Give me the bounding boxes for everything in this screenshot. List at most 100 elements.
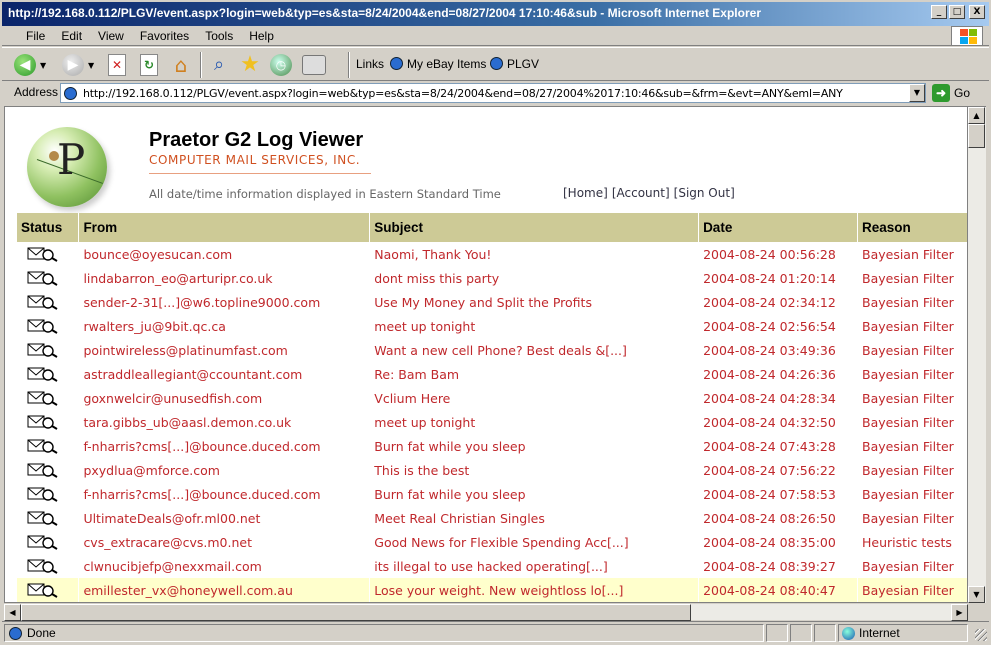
from-cell[interactable]: pxydlua@mforce.com xyxy=(78,458,371,482)
from-cell[interactable]: lindabarron_eo@arturipr.co.uk xyxy=(78,266,371,290)
subject-cell[interactable]: dont miss this party xyxy=(369,266,700,290)
table-row[interactable]: clwnucibjefp@nexxmail.com its illegal to … xyxy=(17,554,967,578)
status-cell[interactable] xyxy=(17,434,80,458)
status-cell[interactable] xyxy=(17,482,80,506)
table-row[interactable]: UltimateDeals@ofr.ml00.net Meet Real Chri… xyxy=(17,506,967,530)
from-cell[interactable]: bounce@oyesucan.com xyxy=(78,242,371,266)
envelope-magnifier-icon[interactable] xyxy=(27,390,59,407)
envelope-magnifier-icon[interactable] xyxy=(27,246,59,263)
table-row[interactable]: rwalters_ju@9bit.qc.ca meet up tonight 200… xyxy=(17,314,967,338)
window-title-bar[interactable]: http://192.168.0.112/PLGV/event.aspx?log… xyxy=(0,0,991,26)
history-button[interactable]: ◷ xyxy=(270,52,292,78)
status-cell[interactable] xyxy=(17,362,80,386)
scroll-up-icon[interactable]: ▲ xyxy=(968,107,985,124)
envelope-magnifier-icon[interactable] xyxy=(27,366,59,383)
subject-cell[interactable]: Lose your weight. New weightloss lo[...] xyxy=(369,578,700,602)
envelope-magnifier-icon[interactable] xyxy=(27,342,59,359)
subject-cell[interactable]: This is the best xyxy=(369,458,700,482)
scroll-down-icon[interactable]: ▼ xyxy=(968,586,985,603)
vertical-scrollbar[interactable]: ▲ ▼ xyxy=(968,106,986,603)
address-url[interactable]: http://192.168.0.112/PLGV/event.aspx?log… xyxy=(83,87,843,100)
menu-help[interactable]: Help xyxy=(241,28,282,44)
go-button[interactable]: ➜ Go xyxy=(932,83,982,103)
status-cell[interactable] xyxy=(17,290,80,314)
vertical-scroll-thumb[interactable] xyxy=(968,124,985,148)
status-cell[interactable] xyxy=(17,338,80,362)
envelope-magnifier-icon[interactable] xyxy=(27,414,59,431)
refresh-button[interactable]: ↻ xyxy=(140,52,158,78)
table-row[interactable]: astraddleallegiant@ccountant.com Re: Bam … xyxy=(17,362,967,386)
address-dropdown-icon[interactable]: ▼ xyxy=(909,84,925,102)
subject-cell[interactable]: its illegal to use hacked operating[...] xyxy=(369,554,700,578)
home-button[interactable]: ⌂ xyxy=(170,52,192,78)
envelope-magnifier-icon[interactable] xyxy=(27,486,59,503)
from-cell[interactable]: rwalters_ju@9bit.qc.ca xyxy=(78,314,371,338)
maximize-button[interactable]: □ xyxy=(949,5,965,19)
table-row[interactable]: cvs_extracare@cvs.m0.net Good News for Fl… xyxy=(17,530,967,554)
resize-grip-icon[interactable] xyxy=(975,629,987,641)
back-dropdown-icon[interactable]: ▼ xyxy=(40,61,46,70)
menu-view[interactable]: View xyxy=(90,28,132,44)
envelope-magnifier-icon[interactable] xyxy=(27,558,59,575)
status-cell[interactable] xyxy=(17,506,80,530)
table-row[interactable]: pxydlua@mforce.com This is the best 2004-0… xyxy=(17,458,967,482)
table-row[interactable]: tara.gibbs_ub@aasl.demon.co.uk meet up to… xyxy=(17,410,967,434)
from-cell[interactable]: sender-2-31[...]@w6.topline9000.com xyxy=(78,290,371,314)
table-row[interactable]: f-nharris?cms[...]@bounce.duced.com Burn … xyxy=(17,482,967,506)
menu-favorites[interactable]: Favorites xyxy=(132,28,197,44)
col-reason[interactable]: Reason xyxy=(857,213,967,242)
status-cell[interactable] xyxy=(17,266,80,290)
link-my-ebay-items[interactable]: My eBay Items xyxy=(390,57,486,71)
col-subject[interactable]: Subject xyxy=(369,213,700,242)
subject-cell[interactable]: Vclium Here xyxy=(369,386,700,410)
status-cell[interactable] xyxy=(17,386,80,410)
menu-file[interactable]: File xyxy=(18,28,53,44)
envelope-magnifier-icon[interactable] xyxy=(27,438,59,455)
subject-cell[interactable]: Use My Money and Split the Profits xyxy=(369,290,700,314)
nav-home-link[interactable]: [Home] xyxy=(563,186,608,200)
subject-cell[interactable]: Burn fat while you sleep xyxy=(369,434,700,458)
envelope-magnifier-icon[interactable] xyxy=(27,270,59,287)
subject-cell[interactable]: Burn fat while you sleep xyxy=(369,482,700,506)
from-cell[interactable]: UltimateDeals@ofr.ml00.net xyxy=(78,506,371,530)
subject-cell[interactable]: Good News for Flexible Spending Acc[...] xyxy=(369,530,700,554)
subject-cell[interactable]: Meet Real Christian Singles xyxy=(369,506,700,530)
table-row[interactable]: pointwireless@platinumfast.com Want a new… xyxy=(17,338,967,362)
status-cell[interactable] xyxy=(17,242,80,266)
table-row[interactable]: sender-2-31[...]@w6.topline9000.com Use M… xyxy=(17,290,967,314)
table-row[interactable]: bounce@oyesucan.com Naomi, Thank You! 2004… xyxy=(17,242,967,266)
status-cell[interactable] xyxy=(17,530,80,554)
subject-cell[interactable]: Want a new cell Phone? Best deals &[...] xyxy=(369,338,700,362)
envelope-magnifier-icon[interactable] xyxy=(27,318,59,335)
col-date[interactable]: Date xyxy=(698,213,858,242)
table-row[interactable]: emillester_vx@honeywell.com.au Lose your … xyxy=(17,578,967,602)
search-button[interactable]: ⌕ xyxy=(208,52,230,78)
from-cell[interactable]: astraddleallegiant@ccountant.com xyxy=(78,362,371,386)
table-row[interactable]: f-nharris?cms[...]@bounce.duced.com Burn … xyxy=(17,434,967,458)
nav-account-link[interactable]: [Account] xyxy=(612,186,670,200)
table-row[interactable]: lindabarron_eo@arturipr.co.uk dont miss t… xyxy=(17,266,967,290)
status-cell[interactable] xyxy=(17,314,80,338)
from-cell[interactable]: cvs_extracare@cvs.m0.net xyxy=(78,530,371,554)
menu-edit[interactable]: Edit xyxy=(53,28,90,44)
favorites-button[interactable]: ★ xyxy=(238,52,262,78)
status-cell[interactable] xyxy=(17,554,80,578)
horizontal-scrollbar[interactable]: ◀ ▶ xyxy=(4,603,968,621)
subject-cell[interactable]: Re: Bam Bam xyxy=(369,362,700,386)
subject-cell[interactable]: meet up tonight xyxy=(369,314,700,338)
forward-button[interactable]: ▶ ▼ xyxy=(62,52,94,78)
status-cell[interactable] xyxy=(17,410,80,434)
status-cell[interactable] xyxy=(17,458,80,482)
close-button[interactable]: X xyxy=(969,5,985,19)
nav-signout-link[interactable]: [Sign Out] xyxy=(674,186,735,200)
subject-cell[interactable]: Naomi, Thank You! xyxy=(369,242,700,266)
status-cell[interactable] xyxy=(17,578,80,602)
envelope-magnifier-icon[interactable] xyxy=(27,510,59,527)
minimize-button[interactable]: _ xyxy=(931,5,947,19)
back-button[interactable]: ◀ ▼ xyxy=(14,52,46,78)
from-cell[interactable]: pointwireless@platinumfast.com xyxy=(78,338,371,362)
from-cell[interactable]: f-nharris?cms[...]@bounce.duced.com xyxy=(78,434,371,458)
menu-tools[interactable]: Tools xyxy=(197,28,241,44)
scroll-left-icon[interactable]: ◀ xyxy=(4,604,21,621)
envelope-magnifier-icon[interactable] xyxy=(27,534,59,551)
